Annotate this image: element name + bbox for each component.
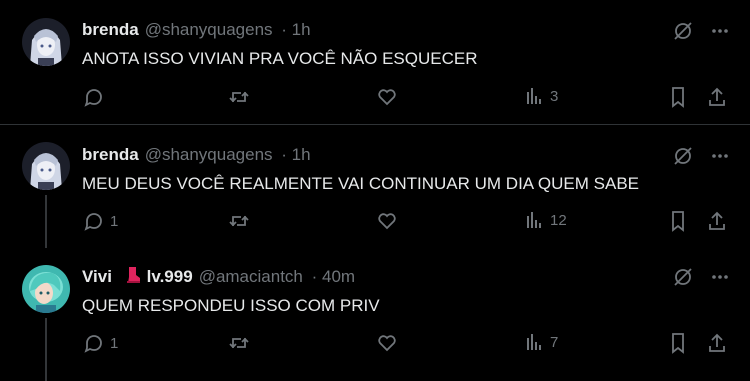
retweet-button[interactable] bbox=[228, 332, 250, 354]
bookmark-button[interactable] bbox=[668, 86, 688, 108]
timestamp[interactable]: · 40m bbox=[312, 267, 355, 286]
heart-icon bbox=[378, 335, 396, 352]
tweet-text: QUEM RESPONDEU ISSO COM PRIV bbox=[82, 296, 380, 315]
boot-icon bbox=[125, 266, 141, 289]
share-button[interactable] bbox=[706, 86, 728, 108]
heart-icon bbox=[378, 213, 396, 230]
views-count: 3 bbox=[550, 87, 559, 105]
reply-button[interactable] bbox=[82, 86, 110, 108]
reply-icon bbox=[84, 213, 102, 231]
avatar[interactable] bbox=[22, 18, 70, 66]
user-handle[interactable]: @shanyquagens bbox=[145, 145, 273, 164]
views-button[interactable]: 7 bbox=[524, 332, 558, 352]
reply-icon bbox=[84, 89, 102, 107]
reply-button[interactable]: 1 bbox=[82, 210, 118, 232]
tweet-text: MEU DEUS VOCÊ REALMENTE VAI CONTINUAR UM… bbox=[82, 174, 639, 193]
bookmark-icon bbox=[672, 87, 684, 108]
retweet-icon bbox=[229, 337, 249, 349]
thread-line bbox=[45, 318, 47, 381]
display-name[interactable]: brenda bbox=[82, 145, 139, 164]
avatar[interactable] bbox=[22, 265, 70, 313]
like-button[interactable] bbox=[376, 86, 398, 108]
share-icon bbox=[709, 211, 725, 230]
tweet-2[interactable]: brenda @shanyquagens · 1h MEU DEUS VOCÊ R… bbox=[0, 125, 750, 248]
reply-button[interactable]: 1 bbox=[82, 332, 118, 354]
user-handle[interactable]: @amaciantch bbox=[199, 267, 303, 286]
tweet-text: ANOTA ISSO VIVIAN PRA VOCÊ NÃO ESQUECER bbox=[82, 49, 478, 68]
bookmark-button[interactable] bbox=[668, 332, 688, 354]
grok-icon[interactable] bbox=[672, 20, 694, 42]
views-count: 7 bbox=[550, 333, 559, 351]
share-button[interactable] bbox=[706, 210, 728, 232]
reply-count: 1 bbox=[110, 334, 119, 352]
like-button[interactable] bbox=[376, 332, 398, 354]
views-icon bbox=[527, 212, 541, 228]
views-count: 12 bbox=[550, 211, 567, 229]
bookmark-icon bbox=[672, 333, 684, 354]
views-button[interactable]: 12 bbox=[524, 210, 567, 230]
views-button[interactable]: 3 bbox=[524, 86, 558, 106]
avatar[interactable] bbox=[22, 142, 70, 190]
more-icon[interactable] bbox=[710, 146, 730, 166]
share-icon bbox=[709, 87, 725, 106]
retweet-icon bbox=[229, 215, 249, 227]
share-icon bbox=[709, 333, 725, 352]
heart-icon bbox=[378, 89, 396, 106]
user-handle[interactable]: @shanyquagens bbox=[145, 20, 273, 39]
retweet-button[interactable] bbox=[228, 86, 250, 108]
tweet-header: brenda @shanyquagens · 1h bbox=[82, 20, 311, 40]
more-icon[interactable] bbox=[710, 267, 730, 287]
reply-icon bbox=[84, 335, 102, 353]
level-label: lv.999 bbox=[146, 267, 193, 286]
bookmark-button[interactable] bbox=[668, 210, 688, 232]
grok-icon[interactable] bbox=[672, 266, 694, 288]
timestamp[interactable]: · 1h bbox=[281, 20, 310, 39]
thread-line bbox=[45, 195, 47, 248]
display-name[interactable]: brenda bbox=[82, 20, 139, 39]
like-button[interactable] bbox=[376, 210, 398, 232]
views-icon bbox=[527, 334, 541, 350]
views-icon bbox=[527, 88, 541, 104]
retweet-icon bbox=[229, 91, 249, 103]
bookmark-icon bbox=[672, 211, 684, 232]
timestamp[interactable]: · 1h bbox=[281, 145, 310, 164]
grok-icon[interactable] bbox=[672, 145, 694, 167]
display-name[interactable]: Vivi bbox=[82, 267, 112, 286]
reply-count: 1 bbox=[110, 212, 119, 230]
retweet-button[interactable] bbox=[228, 210, 250, 232]
tweet-header: brenda @shanyquagens · 1h bbox=[82, 145, 311, 165]
more-icon[interactable] bbox=[710, 21, 730, 41]
share-button[interactable] bbox=[706, 332, 728, 354]
tweet-3[interactable]: Vivi lv.999 @amaciantch · 40m QUEM RESPON… bbox=[0, 248, 750, 381]
tweet-1[interactable]: brenda @shanyquagens · 1h ANOTA ISSO VIVI… bbox=[0, 0, 750, 125]
tweet-header: Vivi lv.999 @amaciantch · 40m bbox=[82, 266, 355, 289]
